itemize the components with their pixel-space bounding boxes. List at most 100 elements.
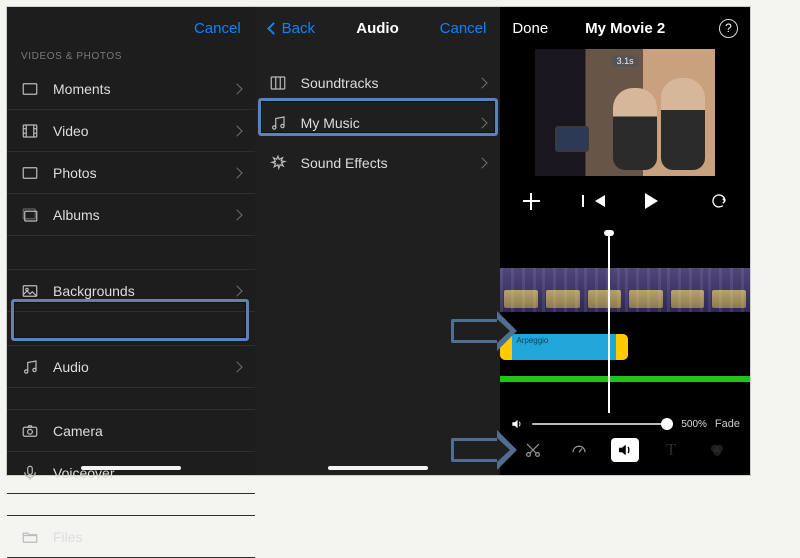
film-icon [21, 122, 39, 140]
row-label: Audio [53, 359, 219, 375]
row-label: My Music [301, 115, 465, 131]
home-indicator[interactable] [328, 466, 428, 470]
back-label: Back [282, 20, 315, 37]
chevron-right-icon [231, 125, 242, 136]
chevron-right-icon [477, 77, 488, 88]
timeline[interactable]: Arpeggio [500, 224, 750, 392]
editor-panel: Done My Movie 2 ? 3.1s [500, 7, 750, 475]
preview-frame-detail [555, 126, 589, 152]
row-label: Soundtracks [301, 75, 465, 91]
section-gap [7, 494, 255, 516]
folder-icon [21, 528, 39, 546]
plus-icon [523, 193, 540, 210]
undo-icon [710, 192, 728, 210]
chevron-right-icon [231, 209, 242, 220]
cancel-button[interactable]: Cancel [440, 20, 487, 37]
play-button[interactable] [635, 186, 665, 216]
video-thumb[interactable] [708, 268, 750, 312]
section-gap [7, 388, 255, 410]
home-indicator[interactable] [81, 466, 181, 470]
burst-icon [269, 154, 287, 172]
video-thumb[interactable] [625, 268, 667, 312]
row-camera[interactable]: Camera [7, 410, 255, 452]
audio-clip-handle-left[interactable] [500, 334, 512, 360]
music-icon [21, 358, 39, 376]
mic-icon [21, 464, 39, 482]
row-label: Camera [53, 423, 241, 439]
video-thumb[interactable] [500, 268, 542, 312]
soundtracks-icon [269, 74, 287, 92]
volume-strip: 500% Fade [500, 413, 750, 435]
chevron-right-icon [477, 117, 488, 128]
transport-bar [500, 176, 750, 224]
row-video[interactable]: Video [7, 110, 255, 152]
undo-button[interactable] [704, 186, 734, 216]
speed-tool[interactable] [565, 438, 593, 462]
secondary-audio-track[interactable] [500, 376, 750, 382]
speaker-icon [510, 417, 524, 431]
row-label: Photos [53, 165, 219, 181]
volume-tool[interactable] [611, 438, 639, 462]
row-label: Backgrounds [53, 283, 219, 299]
fade-button[interactable]: Fade [715, 418, 740, 430]
help-button[interactable]: ? [719, 19, 738, 38]
video-thumb[interactable] [584, 268, 626, 312]
done-button[interactable]: Done [512, 20, 548, 37]
skip-previous-icon [595, 195, 605, 207]
row-files[interactable]: Files [7, 516, 255, 558]
section-header-videos-photos: VIDEOS & PHOTOS [7, 49, 255, 68]
music-icon [269, 114, 287, 132]
row-sound-effects[interactable]: Sound Effects [255, 143, 501, 183]
row-photos[interactable]: Photos [7, 152, 255, 194]
audio-browser-panel: Back Audio Cancel Soundtracks My Music S… [255, 7, 501, 475]
section-gap [7, 236, 255, 270]
row-label: Sound Effects [301, 155, 465, 171]
row-label: Files [53, 529, 241, 545]
row-soundtracks[interactable]: Soundtracks [255, 63, 501, 103]
row-label: Moments [53, 81, 219, 97]
row-audio[interactable]: Audio [7, 346, 255, 388]
chevron-right-icon [231, 83, 242, 94]
video-preview[interactable]: 3.1s [535, 49, 715, 176]
albums-icon [21, 206, 39, 224]
row-backgrounds[interactable]: Backgrounds [7, 270, 255, 312]
volume-slider[interactable] [532, 423, 673, 425]
moments-icon [21, 80, 39, 98]
row-moments[interactable]: Moments [7, 68, 255, 110]
chevron-right-icon [231, 285, 242, 296]
chevron-right-icon [231, 361, 242, 372]
skip-previous-button[interactable] [585, 186, 615, 216]
audio-clip-handle-right[interactable] [616, 334, 628, 360]
row-label: Albums [53, 207, 219, 223]
chevron-right-icon [231, 167, 242, 178]
preview-frame-detail [613, 88, 657, 170]
back-button[interactable]: Back [269, 20, 315, 37]
photos-icon [21, 164, 39, 182]
chevron-left-icon [267, 22, 280, 35]
row-my-music[interactable]: My Music [255, 103, 501, 143]
chevron-right-icon [477, 157, 488, 168]
video-thumb[interactable] [667, 268, 709, 312]
video-thumb[interactable] [542, 268, 584, 312]
media-browser-panel: Cancel VIDEOS & PHOTOS Moments Video Pho… [7, 7, 255, 475]
volume-percent: 500% [681, 419, 707, 430]
clip-duration-badge: 3.1s [612, 55, 639, 67]
row-voiceover[interactable]: Voiceover [7, 452, 255, 494]
panel1-header: Cancel [7, 7, 255, 49]
add-media-button[interactable] [516, 186, 546, 216]
titles-tool[interactable]: T [657, 438, 685, 462]
cancel-button[interactable]: Cancel [194, 20, 241, 37]
camera-icon [21, 422, 39, 440]
slider-knob[interactable] [661, 418, 673, 430]
edit-toolbar: T [500, 435, 750, 465]
cut-tool[interactable] [519, 438, 547, 462]
filters-tool[interactable] [703, 438, 731, 462]
editor-header: Done My Movie 2 ? [500, 7, 750, 49]
panel2-header: Back Audio Cancel [255, 7, 501, 49]
video-track[interactable] [500, 268, 750, 312]
preview-frame-detail [661, 78, 705, 170]
row-albums[interactable]: Albums [7, 194, 255, 236]
section-gap [7, 312, 255, 346]
playhead[interactable] [608, 234, 610, 434]
audio-clip[interactable]: Arpeggio [512, 334, 616, 360]
